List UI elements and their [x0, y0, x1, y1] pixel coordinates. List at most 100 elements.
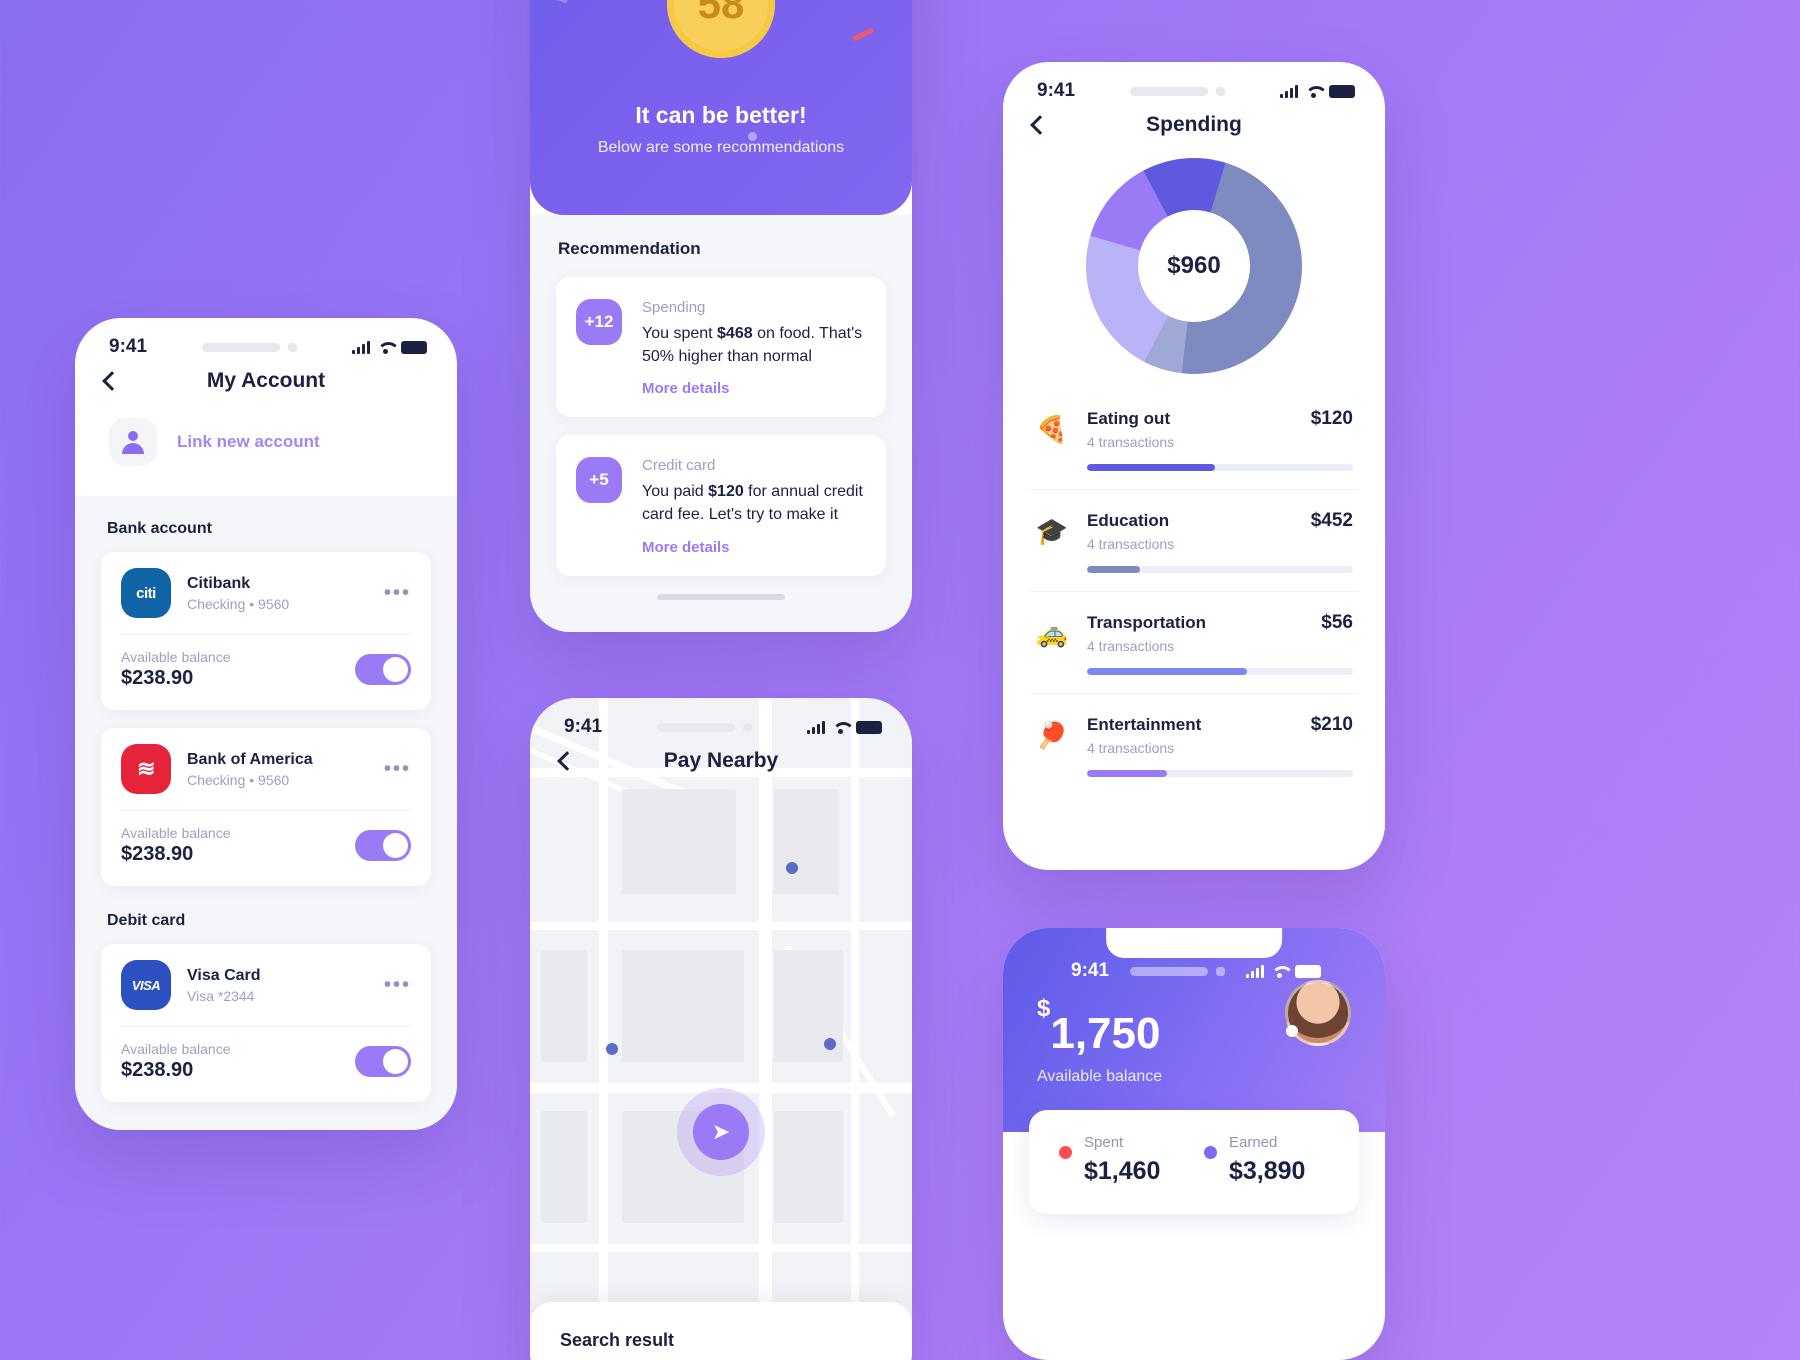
map-block — [541, 950, 588, 1062]
nav-bar: Pay Nearby — [530, 742, 912, 776]
person-icon — [122, 431, 144, 454]
stat-label: Earned — [1229, 1134, 1278, 1151]
card-names: Visa Card Visa *2344 — [187, 967, 368, 1004]
navigation-arrow-icon: ➤ — [693, 1104, 749, 1160]
category-name: Transportation — [1087, 613, 1207, 632]
account-toggle[interactable] — [355, 654, 411, 685]
recommendation-card-spending[interactable]: +12 Spending You spent $468 on food. Tha… — [556, 277, 886, 418]
transaction-count: 4 transactions — [1087, 638, 1175, 654]
back-icon[interactable] — [1030, 115, 1050, 135]
account-toggle[interactable] — [355, 830, 411, 861]
text-amount: $468 — [717, 325, 753, 342]
recommendation-kind: Spending — [642, 299, 706, 316]
card-toggle[interactable] — [355, 1046, 411, 1077]
card-menu-icon[interactable]: ••• — [384, 974, 411, 997]
user-avatar[interactable] — [1285, 980, 1351, 1046]
search-result-sheet: Search result — [530, 1302, 912, 1360]
category-amount: $210 — [1310, 714, 1353, 735]
signal-icon — [807, 720, 825, 734]
more-details-link[interactable]: More details — [642, 380, 864, 397]
account-name: Citibank — [187, 574, 251, 592]
status-time: 9:41 — [564, 716, 603, 737]
account-card-header: citi Citibank Checking • 9560 ••• — [121, 568, 411, 634]
graduation-cap-icon: 🎓 — [1035, 516, 1069, 546]
wifi-icon — [832, 721, 849, 734]
status-bar: 9:41 — [1037, 942, 1351, 986]
balance-value: $238.90 — [121, 667, 194, 689]
card-header: VISA Visa Card Visa *2344 ••• — [121, 960, 411, 1026]
spending-row-top: Entertainment $210 — [1087, 714, 1353, 736]
pizza-icon: 🍕 — [1035, 414, 1069, 444]
link-new-account-row[interactable]: Link new account — [75, 396, 457, 496]
recommendation-section-title: Recommendation — [558, 239, 701, 258]
recommendation-card-credit-card[interactable]: +5 Credit card You paid $120 for annual … — [556, 435, 886, 576]
spending-row[interactable]: 🍕 Eating out $120 4 transactions — [1029, 388, 1359, 490]
map-pin[interactable] — [606, 1043, 619, 1055]
map-road — [598, 698, 608, 1360]
account-names: Citibank Checking • 9560 — [187, 575, 368, 612]
status-bar: 9:41 — [530, 698, 912, 742]
status-time: 9:41 — [1037, 80, 1076, 101]
stat-earned: Earned $3,890 — [1204, 1134, 1329, 1186]
recommendation-text: You spent $468 on food. That's 50% highe… — [642, 323, 864, 368]
spending-row[interactable]: 🎓 Education $452 4 transactions — [1029, 490, 1359, 592]
map-pin[interactable] — [785, 862, 798, 874]
back-icon[interactable] — [102, 371, 122, 391]
spending-row-main: Eating out $120 4 transactions — [1087, 408, 1353, 471]
account-subtitle: Checking • 9560 — [187, 595, 290, 612]
battery-icon — [1329, 84, 1355, 98]
score-medal-wrap: 58 — [530, 0, 912, 58]
spending-row[interactable]: 🏓 Entertainment $210 4 transactions — [1029, 694, 1359, 795]
nav-bar: Spending — [1003, 106, 1385, 140]
hero-subtitle: Below are some recommendations — [597, 139, 845, 156]
account-card-bank-of-america[interactable]: ≋ Bank of America Checking • 9560 ••• Av… — [101, 728, 431, 886]
wallet-stats-card: Spent $1,460 Earned $3,890 — [1029, 1110, 1359, 1214]
stat-value: $1,460 — [1084, 1157, 1161, 1185]
stat-text: Spent $1,460 — [1084, 1134, 1160, 1186]
status-bar: 9:41 — [75, 318, 457, 362]
phone-my-account: 9:41 My Account Link new account Bank ac… — [75, 318, 457, 1130]
current-location-marker[interactable]: ➤ — [677, 1088, 765, 1176]
account-card-citibank[interactable]: citi Citibank Checking • 9560 ••• Availa… — [101, 552, 431, 710]
stat-spent: Spent $1,460 — [1059, 1134, 1184, 1186]
map-canvas[interactable]: ➤ — [530, 698, 912, 1360]
section-title-debit: Debit card — [107, 912, 186, 929]
confetti-piece — [748, 132, 757, 141]
status-time: 9:41 — [1071, 960, 1110, 981]
phone-pay-nearby: ➤ 9:41 Pay Nearby Search result — [530, 698, 912, 1360]
back-icon[interactable] — [557, 751, 577, 771]
person-avatar — [109, 418, 157, 466]
phone-recommendation: 58 It can be better! Below are some reco… — [530, 0, 912, 632]
stat-value: $3,890 — [1229, 1157, 1306, 1185]
wallet-hero: 9:41 $1,750 Available balance — [1003, 928, 1385, 1132]
spending-row[interactable]: 🚕 Transportation $56 4 transactions — [1029, 592, 1359, 694]
category-progress-bar — [1087, 566, 1353, 573]
account-names: Bank of America Checking • 9560 — [187, 751, 368, 788]
transaction-count: 4 transactions — [1087, 536, 1175, 552]
spending-row-top: Eating out $120 — [1087, 408, 1353, 430]
category-progress-bar — [1087, 770, 1353, 777]
citibank-logo-icon: citi — [121, 568, 171, 618]
status-icons — [1246, 964, 1321, 978]
stat-label: Spent — [1084, 1134, 1124, 1151]
page-title: My Account — [206, 369, 326, 392]
map-block — [774, 1111, 844, 1223]
map-block — [774, 789, 840, 894]
balance-label: Available balance — [121, 649, 231, 665]
spending-row-main: Transportation $56 4 transactions — [1087, 612, 1353, 675]
stat-text: Earned $3,890 — [1229, 1134, 1305, 1186]
recommendation-body: Recommendation +12 Spending You spent $4… — [530, 215, 912, 632]
battery-icon — [856, 720, 882, 734]
wifi-icon — [1271, 965, 1288, 978]
bank-account-section: Bank account citi Citibank Checking • 95… — [75, 496, 457, 1130]
page-title: Spending — [1146, 113, 1242, 136]
notch-camera — [743, 722, 753, 732]
currency-symbol: $ — [1037, 995, 1051, 1023]
notch-speaker — [1130, 966, 1209, 976]
amount-value: 1,750 — [1050, 1009, 1161, 1058]
card-name: Visa Card — [187, 966, 261, 984]
account-menu-icon[interactable]: ••• — [384, 582, 411, 605]
card-visa[interactable]: VISA Visa Card Visa *2344 ••• Available … — [101, 944, 431, 1102]
more-details-link[interactable]: More details — [642, 539, 864, 556]
account-menu-icon[interactable]: ••• — [384, 758, 411, 781]
